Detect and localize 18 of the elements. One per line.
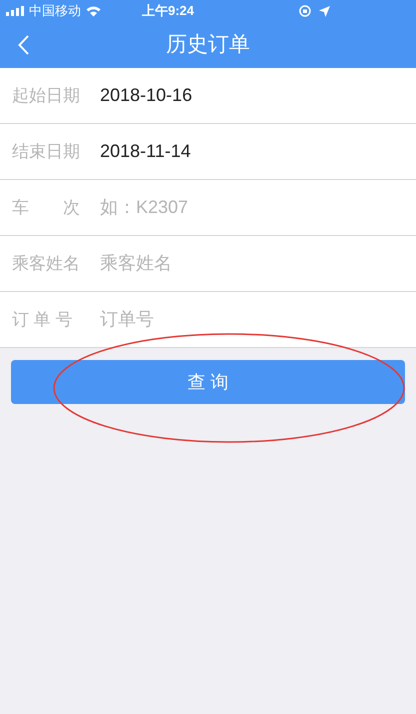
- wifi-icon: [86, 6, 101, 16]
- field-label: 订 单 号: [12, 308, 74, 331]
- field-label: 车 次: [12, 196, 81, 219]
- rotation-lock-icon: [299, 5, 311, 17]
- carrier-name: 中国移动: [29, 2, 81, 20]
- field-label: 起始日期: [12, 84, 81, 107]
- signal-icon: [6, 6, 24, 16]
- clock-time: 上午9:24: [142, 2, 194, 20]
- date-field[interactable]: 2018-11-14: [100, 138, 404, 165]
- page-title: 历史订单: [166, 32, 250, 58]
- field-label: 乘客姓名: [12, 252, 81, 275]
- input-field[interactable]: 如：K2307: [100, 194, 404, 221]
- field-label: 结束日期: [12, 140, 81, 163]
- location-arrow-icon: [319, 6, 330, 16]
- back-chevron-icon: [18, 35, 28, 55]
- input-field[interactable]: 订单号: [100, 306, 404, 333]
- date-field[interactable]: 2018-10-16: [100, 82, 404, 109]
- input-field[interactable]: 乘客姓名: [100, 250, 404, 277]
